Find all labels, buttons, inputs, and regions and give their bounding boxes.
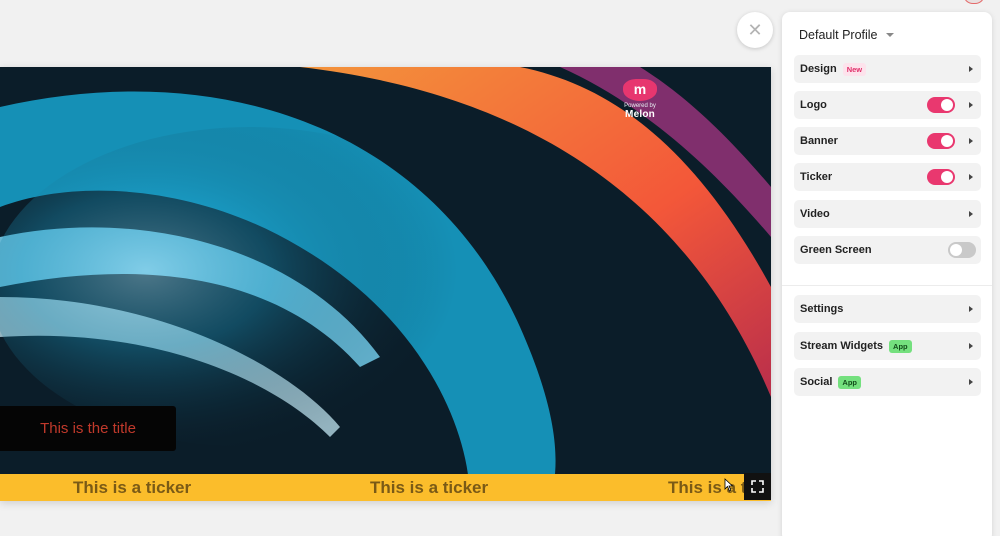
green-screen-toggle[interactable]	[948, 242, 976, 258]
profile-selector[interactable]: Default Profile	[799, 28, 894, 42]
chevron-right-icon	[969, 102, 973, 108]
section-green-screen[interactable]: Green Screen	[794, 236, 981, 264]
chevron-right-icon	[969, 306, 973, 312]
ticker-toggle[interactable]	[927, 169, 955, 185]
banner-title: This is the title	[40, 420, 136, 437]
section-label: Banner	[800, 135, 838, 147]
section-banner[interactable]: Banner	[794, 127, 981, 155]
section-label: Ticker	[800, 171, 833, 183]
title-banner: This is the title	[0, 406, 176, 451]
chevron-right-icon	[969, 66, 973, 72]
close-icon: ✕	[747, 19, 763, 40]
fullscreen-button[interactable]	[744, 473, 771, 500]
section-settings[interactable]: Settings	[794, 295, 981, 323]
section-label: Video	[800, 208, 830, 220]
divider	[782, 285, 992, 286]
ticker-item: This is a ticker	[370, 478, 489, 497]
logo-mark: m	[623, 79, 657, 101]
section-video[interactable]: Video	[794, 200, 981, 228]
chevron-right-icon	[969, 211, 973, 217]
logo-name: Melon	[625, 109, 655, 120]
app-badge: App	[838, 375, 861, 389]
settings-panel: Default Profile Design New Logo Banner T…	[782, 12, 992, 536]
section-social[interactable]: Social App	[794, 368, 981, 396]
logo-toggle[interactable]	[927, 97, 955, 113]
section-label: Green Screen	[800, 244, 872, 256]
avatar[interactable]	[963, 0, 985, 4]
section-label: Social	[800, 376, 833, 388]
chevron-right-icon	[969, 343, 973, 349]
profile-name: Default Profile	[799, 28, 878, 42]
section-label: Design	[800, 63, 837, 75]
section-ticker[interactable]: Ticker	[794, 163, 981, 191]
chevron-down-icon	[885, 33, 894, 37]
section-logo[interactable]: Logo	[794, 91, 981, 119]
section-label: Settings	[800, 303, 844, 315]
new-badge: New	[842, 62, 867, 76]
chevron-right-icon	[969, 174, 973, 180]
close-button[interactable]: ✕	[737, 12, 773, 48]
stream-preview: m Powered by Melon This is the title Thi…	[0, 67, 771, 501]
app-badge: App	[889, 339, 912, 353]
expand-icon	[751, 480, 764, 493]
mouse-cursor-icon	[724, 478, 734, 492]
ticker-bar: This is a ticker This is a ticker This i…	[0, 474, 771, 501]
chevron-right-icon	[969, 138, 973, 144]
banner-toggle[interactable]	[927, 133, 955, 149]
ticker-item: This is a ticker	[73, 478, 192, 497]
section-label: Logo	[800, 99, 827, 111]
section-design[interactable]: Design New	[794, 55, 981, 83]
chevron-right-icon	[969, 379, 973, 385]
section-label: Stream Widgets	[800, 340, 884, 352]
melon-logo: m Powered by Melon	[614, 79, 666, 120]
section-stream-widgets[interactable]: Stream Widgets App	[794, 332, 981, 360]
